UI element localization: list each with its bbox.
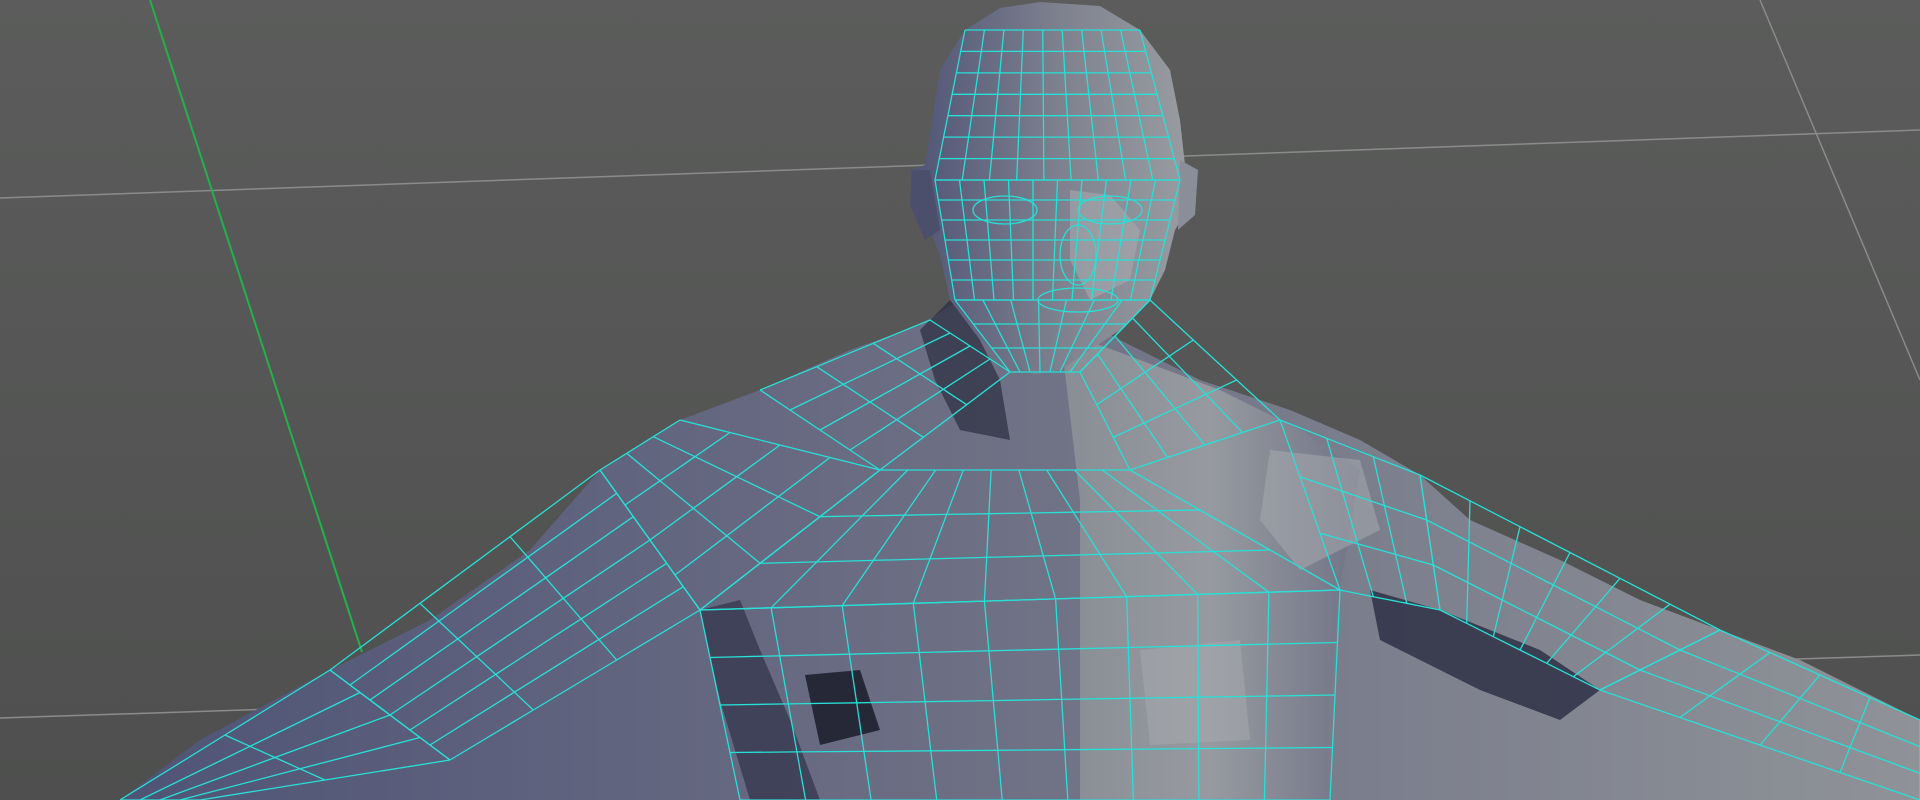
chest-highlight bbox=[1140, 640, 1250, 745]
3d-viewport[interactable] bbox=[0, 0, 1920, 800]
viewport-canvas[interactable] bbox=[0, 0, 1920, 800]
